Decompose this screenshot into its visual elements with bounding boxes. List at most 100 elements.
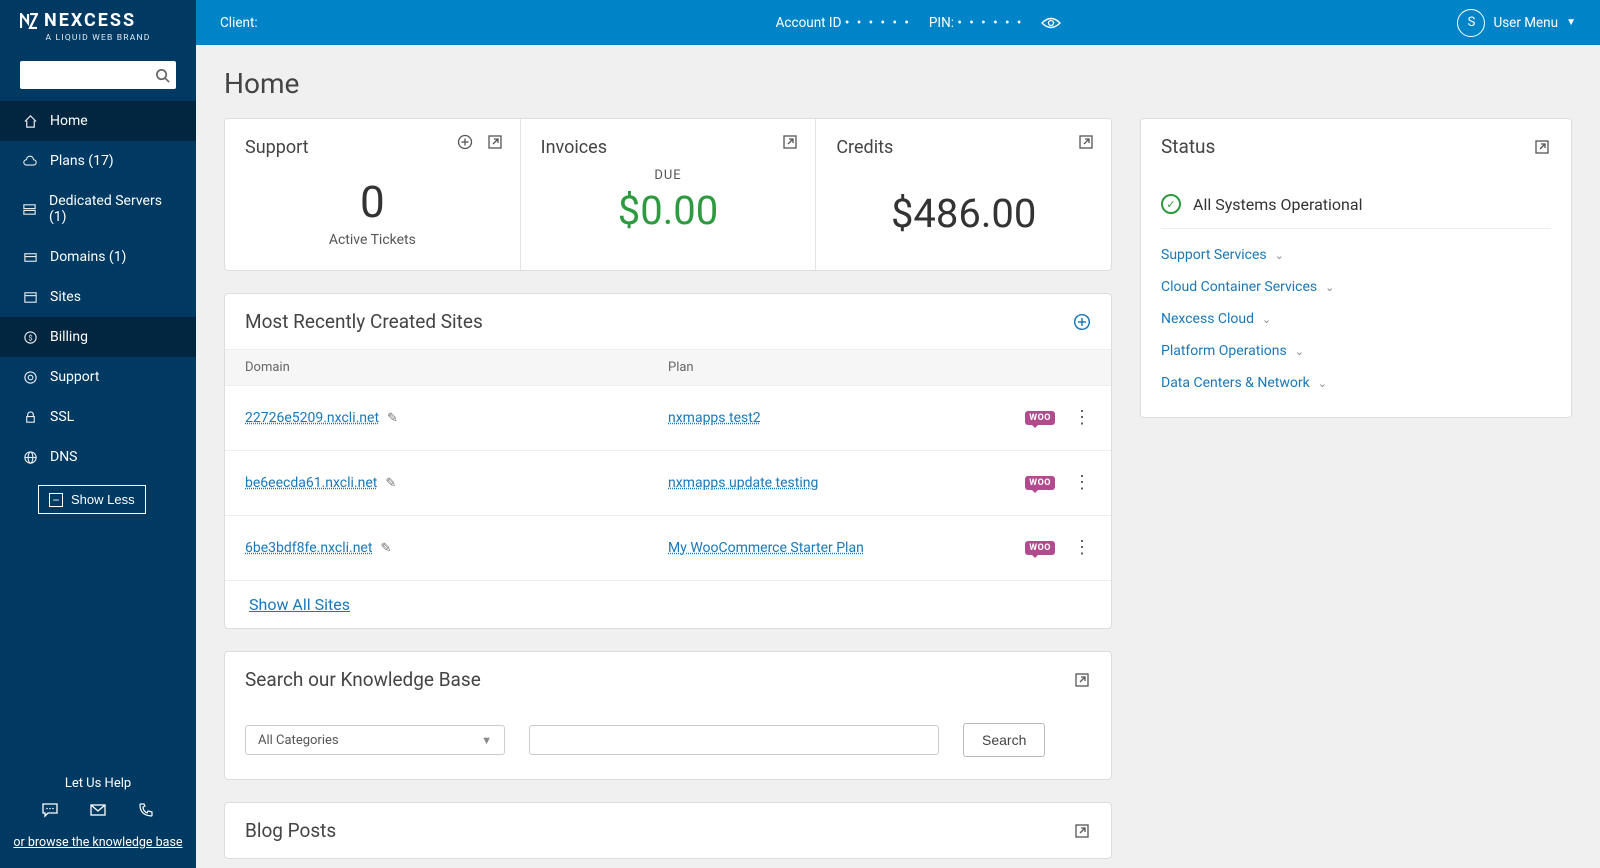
sidebar: NEXCESS A LIQUID WEB BRAND Home Plans (1… xyxy=(0,0,196,868)
popout-icon[interactable] xyxy=(1533,138,1551,156)
site-plan-link[interactable]: nxmapps test2 xyxy=(668,410,761,426)
search-icon[interactable] xyxy=(154,67,170,83)
blog-posts: Blog Posts xyxy=(224,802,1112,859)
table-header: Domain Plan xyxy=(225,349,1111,386)
pencil-icon[interactable]: ✎ xyxy=(385,476,396,491)
kebab-icon[interactable]: ⋮ xyxy=(1073,479,1091,486)
globe-icon xyxy=(22,449,38,465)
help-label: Let Us Help xyxy=(10,776,186,791)
plus-icon[interactable] xyxy=(456,133,474,151)
invoices-card: Invoices DUE $0.00 xyxy=(521,119,817,270)
table-row: be6eecda61.nxcli.net ✎ nxmapps update te… xyxy=(225,451,1111,516)
site-domain-link[interactable]: 22726e5209.nxcli.net xyxy=(245,410,379,426)
chevron-down-icon: ⌄ xyxy=(1262,313,1271,326)
status-item[interactable]: Data Centers & Network⌄ xyxy=(1161,367,1551,399)
status-card: Status ✓ All Systems Operational Support… xyxy=(1140,118,1572,418)
site-domain-link[interactable]: be6eecda61.nxcli.net xyxy=(245,475,377,491)
mail-icon[interactable] xyxy=(89,801,107,819)
nav-support[interactable]: Support xyxy=(0,357,196,397)
nav-plans[interactable]: Plans (17) xyxy=(0,141,196,181)
lock-icon xyxy=(22,409,38,425)
search-input[interactable] xyxy=(26,68,154,83)
support-card: Support 0 Active Tickets xyxy=(225,119,521,270)
site-plan-link[interactable]: My WooCommerce Starter Plan xyxy=(668,540,864,556)
section-title: Blog Posts xyxy=(245,819,336,842)
section-title: Most Recently Created Sites xyxy=(245,310,483,333)
sidebar-footer: Let Us Help or browse the knowledge base xyxy=(0,762,196,868)
user-menu-label: User Menu xyxy=(1493,15,1558,31)
kb-search-button[interactable]: Search xyxy=(963,723,1045,757)
chevron-down-icon: ⌄ xyxy=(1295,345,1304,358)
account-id: Account ID • • • • • • xyxy=(776,15,911,31)
nav-domains[interactable]: Domains (1) xyxy=(0,237,196,277)
credits-card: Credits $486.00 xyxy=(816,119,1111,270)
sidebar-search[interactable] xyxy=(20,61,176,89)
chevron-down-icon: ⌄ xyxy=(1325,281,1334,294)
status-item[interactable]: Support Services⌄ xyxy=(1161,239,1551,271)
browse-kb-link[interactable]: or browse the knowledge base xyxy=(13,835,182,850)
dollar-icon: $ xyxy=(22,329,38,345)
home-icon xyxy=(22,113,38,129)
plus-icon[interactable] xyxy=(1073,313,1091,331)
kb-search-input[interactable] xyxy=(529,725,939,755)
kebab-icon[interactable]: ⋮ xyxy=(1073,414,1091,421)
section-title: Search our Knowledge Base xyxy=(245,668,481,691)
nav-label: DNS xyxy=(50,449,78,465)
popout-icon[interactable] xyxy=(1073,671,1091,689)
status-item[interactable]: Cloud Container Services⌄ xyxy=(1161,271,1551,303)
nav-billing[interactable]: $ Billing xyxy=(0,317,196,357)
minus-icon: − xyxy=(49,493,63,507)
logo-icon xyxy=(20,13,38,29)
woo-badge: WOO xyxy=(1025,411,1055,425)
nav-ssl[interactable]: SSL xyxy=(0,397,196,437)
status-overall: ✓ All Systems Operational xyxy=(1161,188,1551,229)
nav-label: Home xyxy=(50,113,88,129)
show-all-sites-link[interactable]: Show All Sites xyxy=(249,595,350,614)
popout-icon[interactable] xyxy=(1077,133,1095,151)
phone-icon[interactable] xyxy=(137,801,155,819)
status-item[interactable]: Platform Operations⌄ xyxy=(1161,335,1551,367)
nav-dedicated[interactable]: Dedicated Servers (1) xyxy=(0,181,196,237)
table-row: 6be3bdf8fe.nxcli.net ✎ My WooCommerce St… xyxy=(225,516,1111,581)
nav-home[interactable]: Home xyxy=(0,101,196,141)
nav-dns[interactable]: DNS xyxy=(0,437,196,477)
nav-sites[interactable]: Sites xyxy=(0,277,196,317)
show-less-label: Show Less xyxy=(71,492,135,507)
site-plan-link[interactable]: nxmapps update testing xyxy=(668,475,818,491)
section-title: Status xyxy=(1161,135,1215,158)
show-less-button[interactable]: − Show Less xyxy=(38,485,146,514)
kebab-icon[interactable]: ⋮ xyxy=(1073,544,1091,551)
popout-icon[interactable] xyxy=(486,133,504,151)
chevron-down-icon: ▼ xyxy=(481,734,492,747)
card-title: Credits xyxy=(836,137,1091,158)
caret-down-icon: ▼ xyxy=(1566,17,1576,28)
lifering-icon xyxy=(22,369,38,385)
user-menu[interactable]: S User Menu ▼ xyxy=(1457,9,1576,37)
popout-icon[interactable] xyxy=(1073,822,1091,840)
reveal-icon[interactable] xyxy=(1041,16,1061,30)
table-row: 22726e5209.nxcli.net ✎ nxmapps test2 WOO… xyxy=(225,386,1111,451)
status-item[interactable]: Nexcess Cloud⌄ xyxy=(1161,303,1551,335)
nav-label: Sites xyxy=(50,289,81,305)
pencil-icon[interactable]: ✎ xyxy=(387,411,398,426)
due-label: DUE xyxy=(541,168,796,183)
col-plan: Plan xyxy=(668,360,1091,375)
client-label: Client: xyxy=(220,15,258,31)
popout-icon[interactable] xyxy=(781,133,799,151)
logo: NEXCESS A LIQUID WEB BRAND xyxy=(0,0,196,53)
nav-label: Plans (17) xyxy=(50,153,114,169)
brand-tagline: A LIQUID WEB BRAND xyxy=(20,33,176,43)
nav-label: Billing xyxy=(50,329,88,345)
kb-category-value: All Categories xyxy=(258,733,339,748)
window-icon xyxy=(22,289,38,305)
card-icon xyxy=(22,249,38,265)
site-domain-link[interactable]: 6be3bdf8fe.nxcli.net xyxy=(245,540,372,556)
pin: PIN: • • • • • • xyxy=(929,15,1024,31)
cloud-icon xyxy=(22,153,38,169)
avatar: S xyxy=(1457,9,1485,37)
server-icon xyxy=(22,201,37,217)
page-title: Home xyxy=(224,67,1572,100)
pencil-icon[interactable]: ✎ xyxy=(380,541,391,556)
chat-icon[interactable] xyxy=(41,801,59,819)
kb-category-select[interactable]: All Categories ▼ xyxy=(245,725,505,755)
